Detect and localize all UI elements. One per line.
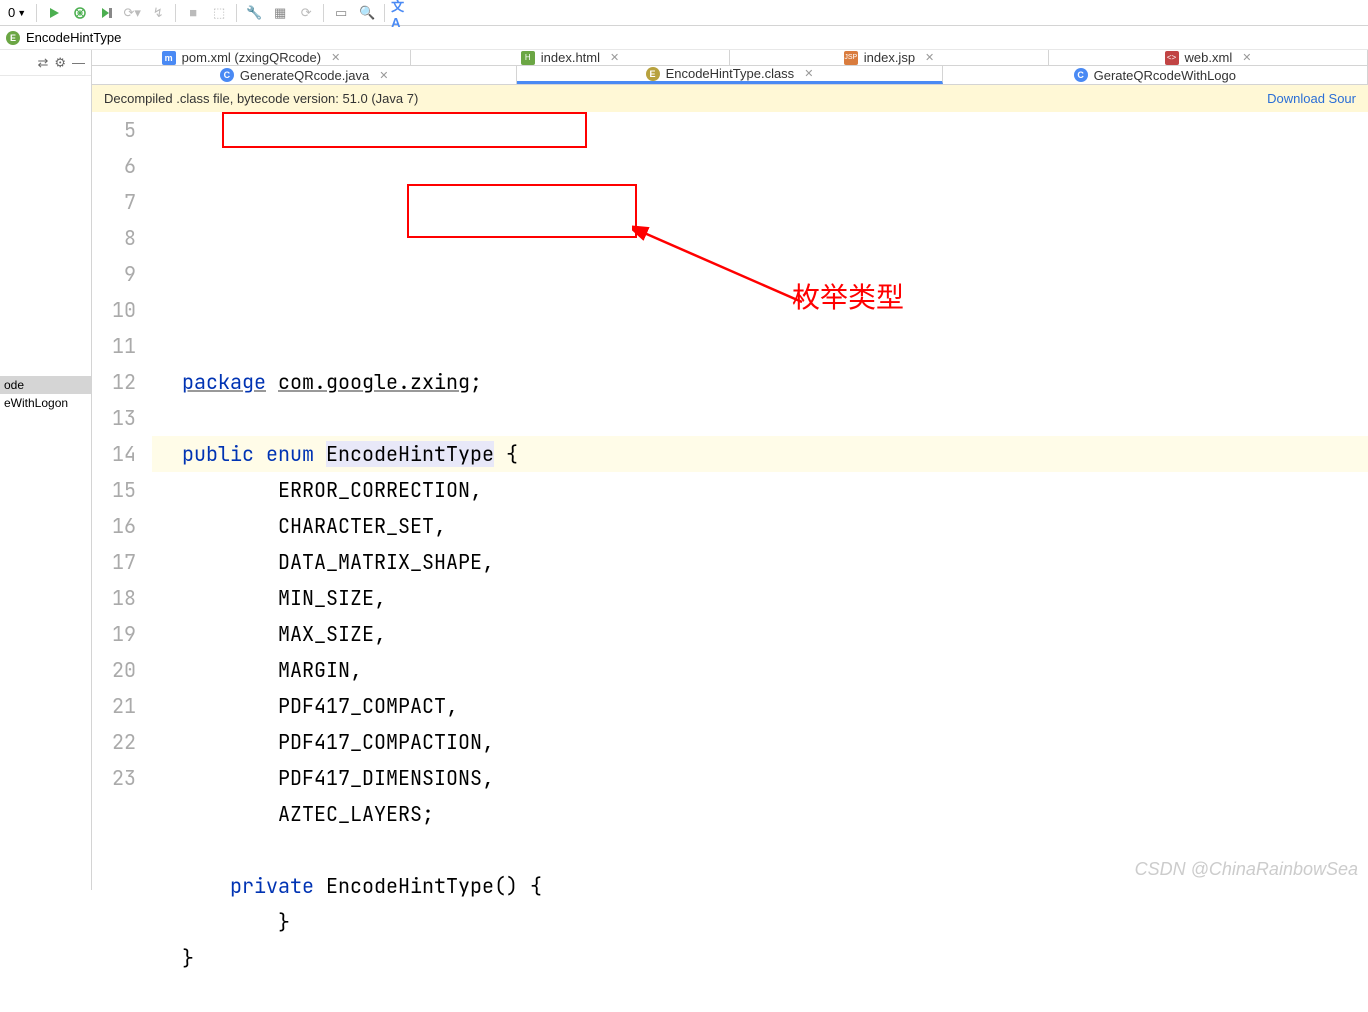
avd-icon[interactable]: ▭ (330, 2, 352, 24)
build-icon[interactable]: ⬚ (208, 2, 230, 24)
debug-icon[interactable] (69, 2, 91, 24)
code-line[interactable]: PDF417_COMPACTION, (152, 724, 1368, 760)
code-line[interactable]: } (152, 940, 1368, 976)
profile-icon[interactable]: ⟳▾ (121, 2, 143, 24)
stop-icon[interactable]: ■ (182, 2, 204, 24)
code-line[interactable] (152, 976, 1368, 1012)
sidebar-item-ode[interactable]: ode (0, 376, 91, 394)
download-sources-link[interactable]: Download Sour (1267, 91, 1356, 106)
code-line[interactable]: PDF417_DIMENSIONS, (152, 760, 1368, 796)
close-icon[interactable]: ✕ (1242, 51, 1251, 64)
main-toolbar: 0 ▼ ⟳▾ ↯ ■ ⬚ 🔧 ▦ ⟳ ▭ 🔍 文A (0, 0, 1368, 26)
search-icon[interactable]: 🔍 (356, 2, 378, 24)
annotation-arrow (632, 222, 812, 312)
editor-area: mpom.xml (zxingQRcode)✕ Hindex.html✕ JSP… (92, 50, 1368, 890)
close-icon[interactable]: ✕ (610, 51, 619, 64)
code-line[interactable]: PDF417_COMPACT, (152, 688, 1368, 724)
run-icon[interactable] (43, 2, 65, 24)
tab-web-xml[interactable]: <>web.xml✕ (1049, 50, 1368, 65)
close-icon[interactable]: ✕ (804, 67, 813, 80)
minimize-icon[interactable]: — (72, 55, 85, 70)
banner-message: Decompiled .class file, bytecode version… (104, 91, 418, 106)
tab-encodehinttype[interactable]: EEncodeHintType.class✕ (517, 66, 942, 84)
structure-icon[interactable]: ▦ (269, 2, 291, 24)
enum-icon: E (6, 31, 20, 45)
tab-index-html[interactable]: Hindex.html✕ (411, 50, 730, 65)
enum-file-icon: E (646, 67, 660, 81)
close-icon[interactable]: ✕ (925, 51, 934, 64)
sync-icon[interactable]: ⟳ (295, 2, 317, 24)
xml-icon: <> (1165, 51, 1179, 65)
code-line[interactable]: MARGIN, (152, 652, 1368, 688)
sidebar: ⇄ ⚙ — ode eWithLogon (0, 50, 92, 890)
collapse-icon[interactable]: ⇄ (37, 55, 48, 71)
code-line[interactable] (152, 328, 1368, 364)
wrench-icon[interactable]: 🔧 (243, 2, 265, 24)
code-line[interactable]: MIN_SIZE, (152, 580, 1368, 616)
sidebar-item-ewithlogon[interactable]: eWithLogon (0, 394, 91, 412)
close-icon[interactable]: ✕ (379, 69, 388, 82)
run-config-dropdown[interactable]: 0 ▼ (4, 5, 30, 20)
tabs-row-1: mpom.xml (zxingQRcode)✕ Hindex.html✕ JSP… (92, 50, 1368, 66)
class-icon: C (220, 68, 234, 82)
watermark: CSDN @ChinaRainbowSea (1135, 859, 1358, 880)
annotation-label: 枚举类型 (792, 280, 904, 316)
translate-icon[interactable]: 文A (391, 2, 413, 24)
code-line[interactable]: package com.google.zxing; (152, 364, 1368, 400)
html-icon: H (521, 51, 535, 65)
attach-icon[interactable]: ↯ (147, 2, 169, 24)
decompiled-banner: Decompiled .class file, bytecode version… (92, 85, 1368, 112)
code-line[interactable]: DATA_MATRIX_SHAPE, (152, 544, 1368, 580)
annotation-box-package (222, 112, 587, 148)
code-line[interactable] (152, 400, 1368, 436)
sidebar-list: ode eWithLogon (0, 376, 91, 890)
class-icon: C (1074, 68, 1088, 82)
tab-index-jsp[interactable]: JSPindex.jsp✕ (730, 50, 1049, 65)
tab-gerateqrcodewithlogo[interactable]: CGerateQRcodeWithLogo (943, 66, 1368, 84)
annotation-box-typename (407, 184, 637, 238)
code-line[interactable]: ERROR_CORRECTION, (152, 472, 1368, 508)
code-line[interactable]: AZTEC_LAYERS; (152, 796, 1368, 832)
sidebar-tools: ⇄ ⚙ — (0, 50, 91, 76)
maven-icon: m (162, 51, 176, 65)
code-line[interactable]: CHARACTER_SET, (152, 508, 1368, 544)
code-line[interactable]: public enum EncodeHintType { (152, 436, 1368, 472)
code-line[interactable]: } (152, 904, 1368, 940)
breadcrumb-title: EncodeHintType (26, 30, 121, 45)
code-line[interactable]: MAX_SIZE, (152, 616, 1368, 652)
coverage-icon[interactable] (95, 2, 117, 24)
jsp-icon: JSP (844, 51, 858, 65)
gutter: 567891011121314151617181920212223 (92, 112, 152, 1012)
close-icon[interactable]: ✕ (331, 51, 340, 64)
tab-generateqrcode[interactable]: CGenerateQRcode.java✕ (92, 66, 517, 84)
breadcrumb: E EncodeHintType (0, 26, 1368, 50)
gear-icon[interactable]: ⚙ (54, 55, 66, 71)
tab-pom[interactable]: mpom.xml (zxingQRcode)✕ (92, 50, 411, 65)
tabs-row-2: CGenerateQRcode.java✕ EEncodeHintType.cl… (92, 66, 1368, 85)
